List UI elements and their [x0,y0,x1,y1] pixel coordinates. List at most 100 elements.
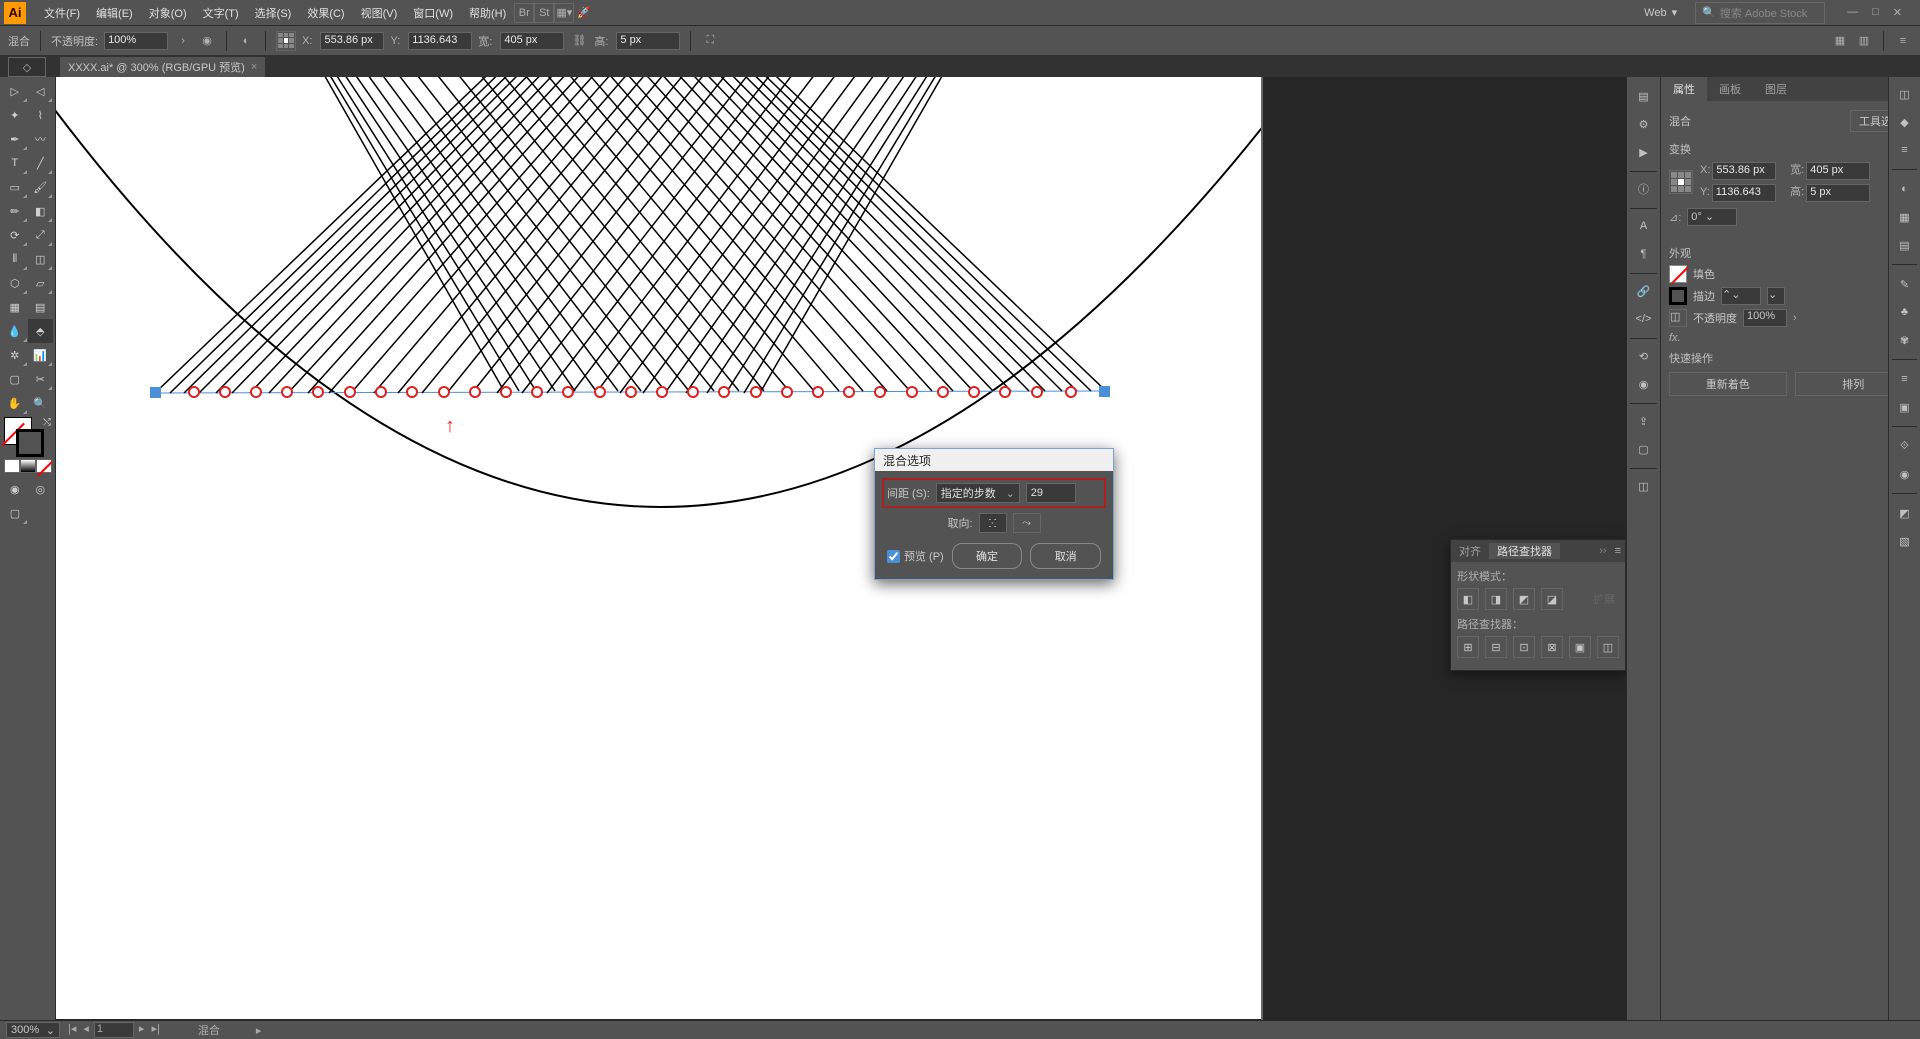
magic-wand-tool[interactable]: ✦ [2,103,28,127]
crop-icon[interactable]: ⊠ [1541,636,1563,658]
dock-icon-info[interactable]: ⓘ [1631,176,1657,202]
recolor-button[interactable]: 重新着色 [1669,372,1787,396]
stroke-weight-input[interactable]: ⌃⌄ [1721,287,1761,305]
type-tool[interactable]: T [2,151,28,175]
menu-view[interactable]: 视图(V) [353,0,406,25]
exclude-icon[interactable]: ◪ [1541,588,1563,610]
spacing-mode-select[interactable]: 指定的步数⌄ [936,483,1020,503]
menu-effect[interactable]: 效果(C) [299,0,352,25]
angle-input[interactable]: 0° ⌄ [1687,208,1737,226]
draw-behind-icon[interactable]: ◎ [28,477,54,501]
dock-icon-link[interactable]: 🔗 [1631,278,1657,304]
menu-help[interactable]: 帮助(H) [461,0,514,25]
canvas-area[interactable]: ↑ 混合选项 间距 (S): 指定的步数⌄ 取向: ⵘ ⤳ [56,77,1660,1020]
panel-menu-icon[interactable]: ≡ [1894,32,1912,50]
style-icon[interactable]: ◉ [198,32,216,50]
gradient-tool[interactable]: ▤ [28,295,54,319]
none-mode-icon[interactable] [36,459,52,473]
workspace-dropdown[interactable]: Web▾ [1634,6,1687,19]
dock-icon-lib[interactable]: ◫ [1631,473,1657,499]
gradient-mode-icon[interactable] [20,459,36,473]
lasso-tool[interactable]: ⌇ [28,103,54,127]
pathfinder-tab[interactable]: 路径查找器 [1489,543,1560,559]
isolate-icon[interactable]: ⛶ [701,32,719,50]
dock-icon-para[interactable]: ¶ [1631,241,1657,267]
shape-builder-tool[interactable]: ⬡ [2,271,28,295]
stroke-swatch[interactable] [16,429,44,457]
color-mode-icon[interactable] [4,459,20,473]
rs-icon-14[interactable]: ◩ [1892,500,1918,526]
orient-align-path-button[interactable]: ⤳ [1013,513,1041,533]
properties-tab[interactable]: 属性 [1661,77,1707,101]
h-input[interactable]: 5 px [616,32,680,50]
setup-icon1[interactable]: ▦ [1831,32,1849,50]
outline-icon[interactable]: ▣ [1569,636,1591,658]
w-input[interactable]: 405 px [500,32,564,50]
curvature-tool[interactable]: 〰 [28,127,54,151]
unite-icon[interactable]: ◧ [1457,588,1479,610]
minus-front-icon[interactable]: ◨ [1485,588,1507,610]
opacity-dropdown[interactable]: › [1793,312,1797,324]
prop-y-input[interactable]: 1136.643 [1712,184,1776,202]
transform-ref-point[interactable] [1669,170,1693,194]
reference-point[interactable] [276,31,296,51]
prev-artboard-icon[interactable]: ◂ [81,1022,91,1038]
setup-icon2[interactable]: ▥ [1855,32,1873,50]
line-tool[interactable]: ╱ [28,151,54,175]
dock-icon-appearance[interactable]: ◉ [1631,371,1657,397]
zoom-level[interactable]: 300%⌄ [6,1022,60,1038]
rs-icon-9[interactable]: ✾ [1892,327,1918,353]
width-tool[interactable]: ⫴ [2,247,28,271]
rs-icon-3[interactable]: ≡ [1892,137,1918,163]
status-dropdown-icon[interactable]: ▸ [256,1024,262,1037]
search-stock-input[interactable]: 🔍 搜索 Adobe Stock [1695,2,1825,24]
transform-more-icon[interactable]: ⋯ [1669,226,1912,239]
dock-icon-gear[interactable]: ⚙ [1631,111,1657,137]
zoom-tool[interactable]: 🔍 [28,391,54,415]
gpu-icon[interactable]: 🚀 [574,3,594,23]
prop-stroke-swatch[interactable] [1669,287,1687,305]
selection-tool[interactable]: ▷ [2,79,28,103]
rs-icon-15[interactable]: ▧ [1892,528,1918,554]
swap-fill-stroke-icon[interactable]: ⤭ [43,417,51,428]
arrange-docs-icon[interactable]: ▦▾ [554,3,574,23]
rs-icon-4[interactable]: ◐ [1892,176,1918,202]
prop-opacity-input[interactable]: 100% [1743,309,1787,327]
rs-icon-2[interactable]: ◆ [1892,109,1918,135]
opacity-swatch-icon[interactable]: ◫ [1669,309,1687,327]
eraser-tool[interactable]: ◧ [28,199,54,223]
fx-button[interactable]: fx. [1669,332,1681,344]
mesh-tool[interactable]: ▦ [2,295,28,319]
intersect-icon[interactable]: ◩ [1513,588,1535,610]
slice-tool[interactable]: ✂ [28,367,54,391]
spacing-value-input[interactable] [1026,483,1076,503]
paintbrush-tool[interactable]: 🖌 [28,175,54,199]
ctrl-opacity-input[interactable]: 100% [104,32,168,50]
fill-stroke-swatches[interactable]: ⤭ [2,415,53,459]
menu-object[interactable]: 对象(O) [141,0,195,25]
graph-tool[interactable]: 📊 [28,343,54,367]
preview-checkbox[interactable]: 预览 (P) [887,548,944,564]
scale-tool[interactable]: ⤢ [28,223,54,247]
menu-type[interactable]: 文字(T) [195,0,247,25]
menu-file[interactable]: 文件(F) [36,0,88,25]
menu-window[interactable]: 窗口(W) [405,0,461,25]
last-artboard-icon[interactable]: ▸| [149,1022,161,1038]
close-button[interactable]: ✕ [1889,6,1906,19]
dock-icon-css[interactable]: </> [1631,306,1657,332]
rs-icon-12[interactable]: ⟐ [1892,433,1918,459]
opacity-dropdown-icon[interactable]: › [174,32,192,50]
dock-icon-asset[interactable]: ⇪ [1631,408,1657,434]
document-tab[interactable]: XXXX.ai* @ 300% (RGB/GPU 预览) × [60,55,265,77]
panel-menu-icon[interactable]: ≡ [1611,545,1625,557]
rs-icon-11[interactable]: ▣ [1892,394,1918,420]
dock-icon-char[interactable]: A [1631,213,1657,239]
rs-icon-13[interactable]: ◉ [1892,461,1918,487]
merge-icon[interactable]: ⊡ [1513,636,1535,658]
free-transform-tool[interactable]: ◫ [28,247,54,271]
home-tab[interactable]: ◇ [8,57,46,77]
panel-collapse-icon[interactable]: ›› [1599,545,1610,557]
dock-icon-1[interactable]: ▤ [1631,83,1657,109]
prop-x-input[interactable]: 553.86 px [1712,162,1776,180]
cancel-button[interactable]: 取消 [1030,543,1101,569]
